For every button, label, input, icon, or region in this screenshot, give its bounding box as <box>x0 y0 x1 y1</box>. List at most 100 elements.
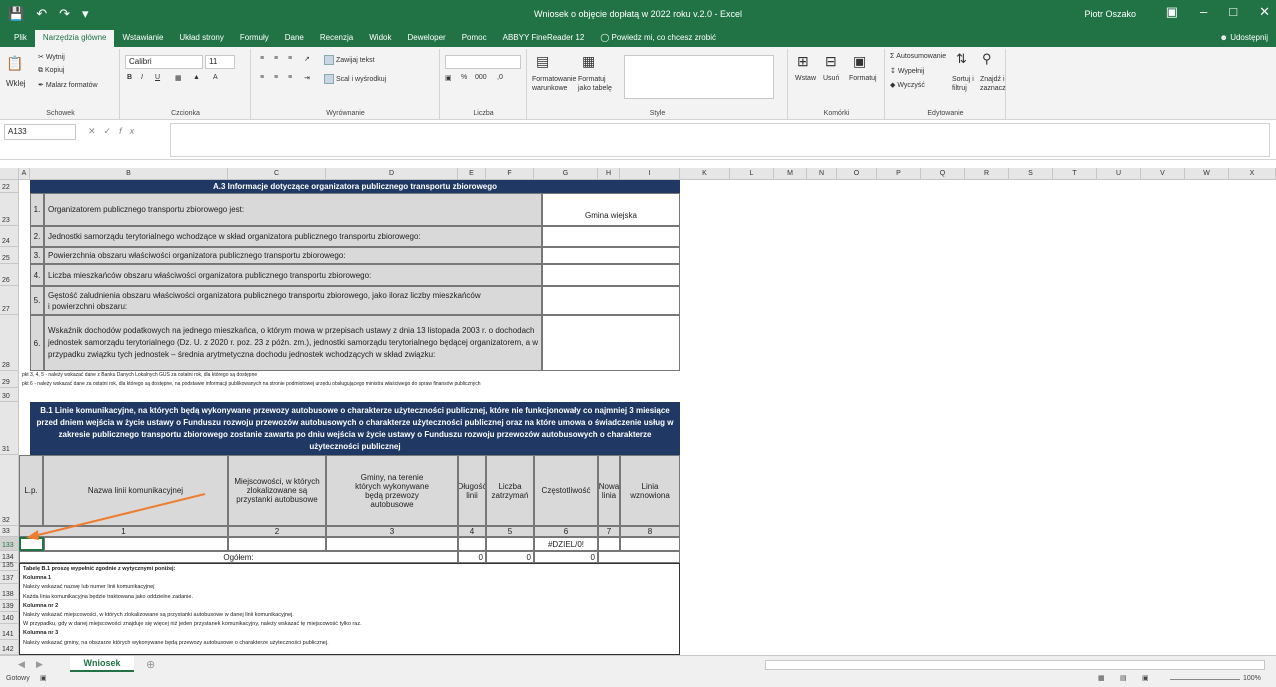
col-header-d[interactable]: D <box>326 168 458 180</box>
autosum-button[interactable]: Σ Autosumowanie <box>890 53 946 60</box>
col-header-q[interactable]: Q <box>921 168 965 180</box>
delete-cells-button[interactable]: Usuń <box>823 75 839 82</box>
cell-f133[interactable] <box>486 537 534 551</box>
col-header-w[interactable]: W <box>1185 168 1229 180</box>
col-header-u[interactable]: U <box>1097 168 1141 180</box>
find-select-button[interactable]: Znajdź i zaznacz <box>980 75 1006 93</box>
user-name[interactable]: Piotr Oszako <box>1084 9 1136 19</box>
format-painter-button[interactable]: ✒ Malarz formatów <box>38 81 98 89</box>
align-left-icon[interactable]: ≡ <box>260 74 264 81</box>
align-middle-icon[interactable]: ≡ <box>274 55 278 62</box>
underline-button[interactable]: U <box>155 74 160 81</box>
tab-data[interactable]: Dane <box>277 30 312 47</box>
cell-styles-gallery[interactable] <box>624 55 774 99</box>
cell-d133[interactable] <box>326 537 458 551</box>
col-header-l[interactable]: L <box>730 168 774 180</box>
col-header-r[interactable]: R <box>965 168 1009 180</box>
item-2-value[interactable] <box>542 226 680 247</box>
item-4-value[interactable] <box>542 264 680 286</box>
indent-icon[interactable]: ⇥ <box>304 74 310 82</box>
fill-color-icon[interactable]: ▲ <box>193 74 200 81</box>
row-header-26[interactable]: 26 <box>0 264 19 286</box>
format-table-button[interactable]: Formatuj jako tabelę <box>578 75 618 93</box>
page-layout-view-icon[interactable]: ▤ <box>1120 674 1127 682</box>
tab-file[interactable]: Plik <box>6 30 35 47</box>
col-header-x[interactable]: X <box>1229 168 1276 180</box>
sort-filter-button[interactable]: Sortuj i filtruj <box>952 75 980 93</box>
row-header-28[interactable]: 28 <box>0 315 19 371</box>
col-header-m[interactable]: M <box>774 168 807 180</box>
col-header-f[interactable]: F <box>486 168 534 180</box>
share-button[interactable]: ☻ Udostępnij <box>1220 33 1268 42</box>
col-header-n[interactable]: N <box>807 168 837 180</box>
col-header-k[interactable]: K <box>680 168 730 180</box>
clear-button[interactable]: ◆ Wyczyść <box>890 81 925 89</box>
minimize-icon[interactable]: – <box>1200 4 1207 20</box>
comma-icon[interactable]: 000 <box>475 74 487 81</box>
col-header-t[interactable]: T <box>1053 168 1097 180</box>
col-header-b[interactable]: B <box>30 168 228 180</box>
tab-developer[interactable]: Deweloper <box>399 30 453 47</box>
row-header-141[interactable]: 141 <box>0 624 19 640</box>
row-header-33[interactable]: 33 <box>0 526 19 537</box>
font-color-icon[interactable]: A <box>213 74 218 81</box>
conditional-format-button[interactable]: Formatowanie warunkowe <box>532 75 576 93</box>
page-break-view-icon[interactable]: ▣ <box>1142 674 1149 682</box>
col-header-v[interactable]: V <box>1141 168 1185 180</box>
row-header-24[interactable]: 24 <box>0 226 19 247</box>
col-header-h[interactable]: H <box>598 168 620 180</box>
row-header-25[interactable]: 25 <box>0 247 19 264</box>
insert-cells-button[interactable]: Wstaw <box>795 75 816 82</box>
item-3-value[interactable] <box>542 247 680 264</box>
row-header-135[interactable]: 135 <box>0 562 19 571</box>
merge-center-button[interactable]: Scal i wyśrodkuj <box>324 74 386 84</box>
cell-c133[interactable] <box>228 537 326 551</box>
close-icon[interactable]: ✕ <box>1259 4 1270 20</box>
normal-view-icon[interactable]: ▦ <box>1098 674 1105 682</box>
item-6-value[interactable] <box>542 315 680 371</box>
item-5-value[interactable] <box>542 286 680 315</box>
cell-g133[interactable]: #DZIEL/0! <box>534 537 598 551</box>
tab-home[interactable]: Narzędzia główne <box>34 30 115 47</box>
function-icon[interactable]: fx <box>119 126 142 136</box>
worksheet-grid[interactable]: A B C D E F G H I K L M N O P Q R S T U … <box>0 160 1276 655</box>
row-header-138[interactable]: 138 <box>0 584 19 600</box>
row-header-29[interactable]: 29 <box>0 371 19 388</box>
align-top-icon[interactable]: ≡ <box>260 55 264 62</box>
align-right-icon[interactable]: ≡ <box>288 74 292 81</box>
col-header-s[interactable]: S <box>1009 168 1053 180</box>
item-1-value[interactable]: Gmina wiejska <box>542 193 680 226</box>
row-header-133[interactable]: 133 <box>0 537 19 551</box>
paste-button[interactable]: Wklej <box>6 79 26 88</box>
row-header-27[interactable]: 27 <box>0 286 19 315</box>
next-sheet-icon[interactable]: ▶ <box>36 659 43 670</box>
maximize-icon[interactable]: □ <box>1229 4 1237 20</box>
col-header-e[interactable]: E <box>458 168 486 180</box>
col-header-p[interactable]: P <box>877 168 921 180</box>
enter-icon[interactable]: ✓ <box>104 126 120 136</box>
orientation-icon[interactable]: ↗ <box>304 55 310 63</box>
row-header-137[interactable]: 137 <box>0 571 19 584</box>
zoom-slider[interactable] <box>1170 679 1240 680</box>
row-header-23[interactable]: 23 <box>0 193 19 226</box>
italic-button[interactable]: I <box>141 74 143 81</box>
row-header-22[interactable]: 22 <box>0 180 19 193</box>
macro-record-icon[interactable]: ▣ <box>40 674 47 682</box>
select-all-corner[interactable] <box>0 168 19 180</box>
sheet-tab-wniosek[interactable]: Wniosek <box>70 656 134 672</box>
tab-abbyy[interactable]: ABBYY FineReader 12 <box>495 30 593 47</box>
ribbon-display-icon[interactable]: ▣ <box>1166 4 1178 20</box>
zoom-level[interactable]: 100% <box>1243 675 1274 682</box>
borders-icon[interactable]: ▦ <box>175 74 182 82</box>
cell-i133[interactable] <box>620 537 680 551</box>
row-header-140[interactable]: 140 <box>0 612 19 624</box>
tell-me-search[interactable]: ◯ Powiedz mi, co chcesz zrobić <box>592 30 724 47</box>
cell-h133[interactable] <box>598 537 620 551</box>
tab-insert[interactable]: Wstawianie <box>114 30 171 47</box>
row-header-31[interactable]: 31 <box>0 402 19 455</box>
tab-help[interactable]: Pomoc <box>454 30 495 47</box>
align-bottom-icon[interactable]: ≡ <box>288 55 292 62</box>
cut-button[interactable]: ✂ Wytnij <box>38 53 65 61</box>
prev-sheet-icon[interactable]: ◀ <box>18 659 25 670</box>
wrap-text-button[interactable]: Zawijaj tekst <box>324 55 375 65</box>
